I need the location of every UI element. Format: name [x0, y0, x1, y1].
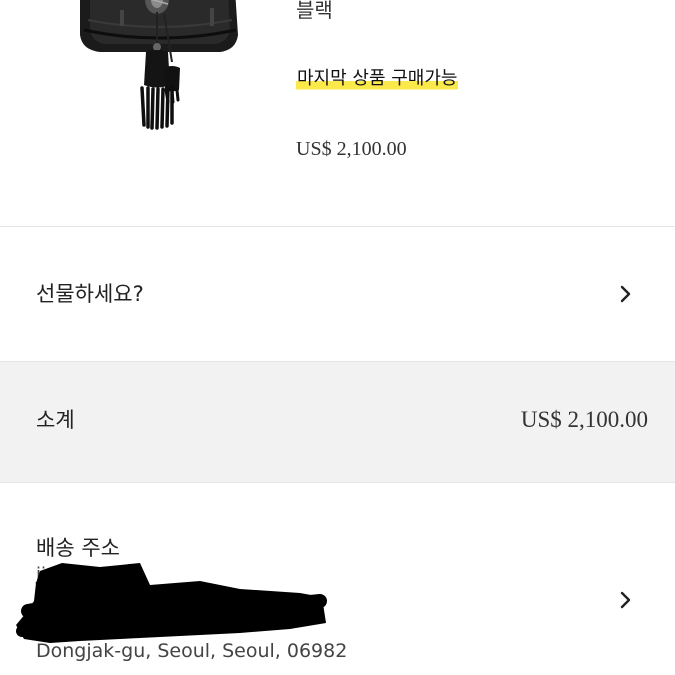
address-city: Dongjak-gu, Seoul, Seoul, 06982 — [36, 640, 348, 662]
subtotal-row: 소계 US$ 2,100.00 — [0, 362, 675, 482]
product-summary: 블랙 마지막 상품 구매가능 US$ 2,100.00 — [0, 0, 675, 226]
shipping-address-label: 배송 주소 — [36, 536, 120, 560]
subtotal-label: 소계 — [36, 408, 75, 432]
gift-option-label: 선물하세요? — [36, 282, 144, 306]
gift-option-row[interactable]: 선물하세요? — [0, 227, 675, 361]
cart-page: 블랙 마지막 상품 구매가능 US$ 2,100.00 선물하세요? 소계 US… — [0, 0, 675, 675]
address-phone: 2259101 — [160, 589, 232, 608]
product-image[interactable] — [60, 0, 260, 135]
product-color: 블랙 — [296, 0, 333, 22]
subtotal-value: US$ 2,100.00 — [520, 407, 648, 432]
stock-notice: 마지막 상품 구매가능 — [296, 66, 459, 92]
shipping-address-row[interactable]: 배송 주소 jia 2259101 서울 동작구 Dongjak-gu, Seo… — [0, 483, 675, 675]
chevron-right-icon — [620, 591, 631, 609]
chevron-right-icon — [620, 285, 631, 303]
product-price: US$ 2,100.00 — [296, 138, 407, 160]
address-street: 서울 동작구 — [36, 616, 115, 635]
address-name: jia — [36, 564, 58, 585]
